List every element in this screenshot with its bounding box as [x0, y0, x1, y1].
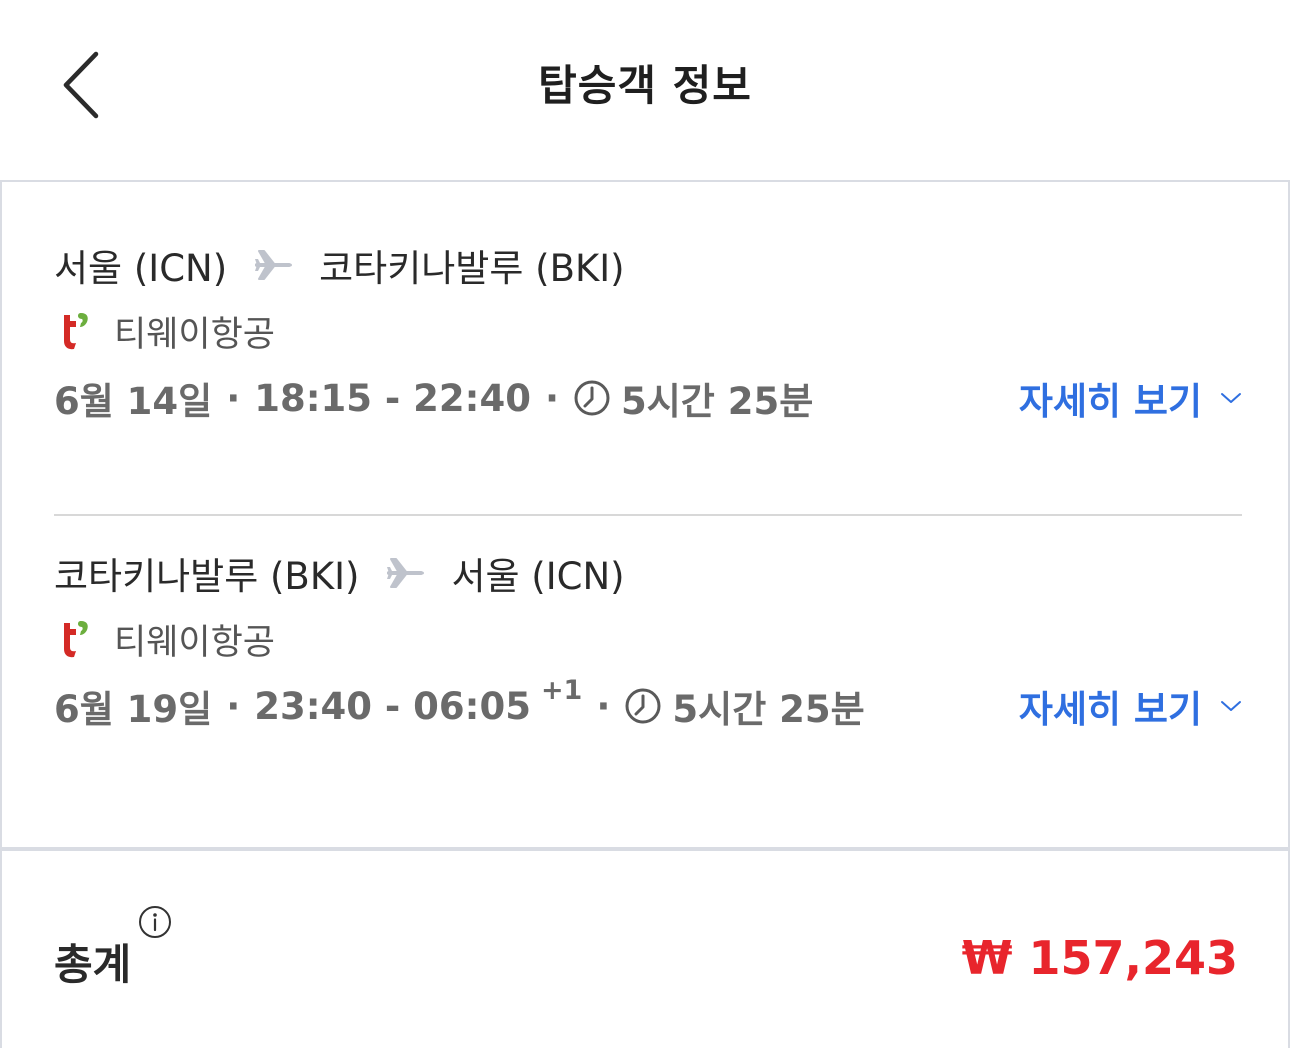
- flight-time-range: 23:40 - 06:05: [254, 684, 531, 728]
- separator-dot: ·: [226, 684, 241, 728]
- total-label: 총계: [54, 940, 132, 989]
- view-details-label: 자세히 보기: [1018, 688, 1202, 731]
- destination-airport: 코타키나발루 (BKI): [319, 247, 625, 290]
- flight-date: 6월 14일: [54, 380, 213, 423]
- tway-logo-icon: [64, 313, 88, 350]
- separator-dot: ·: [596, 684, 611, 728]
- separator-dot: ·: [226, 376, 241, 420]
- clock-icon: [574, 380, 610, 416]
- origin-airport: 서울 (ICN): [54, 247, 228, 290]
- schedule-row: 6월 14일 · 18:15 - 22:40 · 5시간 25분 자세히 보기: [54, 370, 1242, 426]
- total-price-bar: 총계 ₩ 157,243: [0, 849, 1290, 1048]
- flight-leg-return: 코타키나발루 (BKI) 서울 (ICN) 티웨이항공 6월 19일 · 23:…: [54, 548, 1242, 734]
- airplane-icon: [255, 250, 293, 280]
- top-navigation-bar: 탑승객 정보: [0, 0, 1290, 180]
- origin-airport: 코타키나발루 (BKI): [54, 555, 360, 598]
- view-details-label: 자세히 보기: [1018, 380, 1202, 423]
- view-details-link[interactable]: 자세히 보기: [1019, 370, 1242, 426]
- flight-date: 6월 19일: [54, 688, 213, 731]
- destination-airport: 서울 (ICN): [451, 555, 625, 598]
- info-icon[interactable]: [138, 905, 172, 939]
- itinerary-card: 서울 (ICN) 코타키나발루 (BKI) 티웨이항공 6월 14일 · 18:…: [0, 180, 1290, 849]
- airplane-icon: [387, 558, 425, 588]
- tway-logo-icon: [64, 621, 88, 658]
- next-day-badge: +1: [540, 674, 583, 706]
- view-details-link[interactable]: 자세히 보기: [1019, 678, 1242, 734]
- chevron-down-icon: [1221, 701, 1241, 711]
- airline-row: 티웨이항공: [54, 614, 1242, 664]
- page-title: 탑승객 정보: [538, 61, 752, 110]
- separator-dot: ·: [544, 376, 559, 420]
- airline-row: 티웨이항공: [54, 306, 1242, 356]
- route-row: 코타키나발루 (BKI) 서울 (ICN): [54, 548, 1242, 598]
- schedule-row: 6월 19일 · 23:40 - 06:05 +1 · 5시간 25분 자세히 …: [54, 674, 1242, 734]
- airline-name: 티웨이항공: [114, 622, 276, 663]
- chevron-down-icon: [1221, 393, 1241, 403]
- total-price: ₩ 157,243: [961, 931, 1238, 985]
- route-row: 서울 (ICN) 코타키나발루 (BKI): [54, 240, 1242, 290]
- flight-time-range: 18:15 - 22:40: [254, 376, 531, 420]
- flight-leg-outbound: 서울 (ICN) 코타키나발루 (BKI) 티웨이항공 6월 14일 · 18:…: [54, 240, 1242, 426]
- clock-icon: [625, 688, 661, 724]
- flight-duration: 5시간 25분: [621, 380, 814, 423]
- airline-name: 티웨이항공: [114, 314, 276, 355]
- flight-duration: 5시간 25분: [672, 688, 865, 731]
- leg-divider: [54, 514, 1242, 516]
